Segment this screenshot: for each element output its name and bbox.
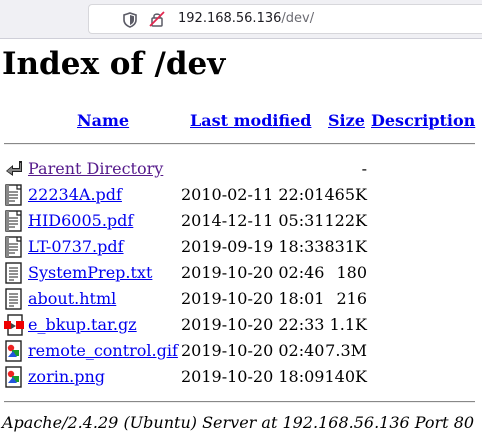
image-icon [5,340,22,362]
server-signature: Apache/2.4.29 (Ubuntu) Server at 192.168… [2,413,475,432]
file-row: e_bkup.tar.gz 2019-10-20 22:33 1.1K [0,312,482,338]
file-link[interactable]: remote_control.gif [28,341,178,360]
file-link[interactable]: e_bkup.tar.gz [28,315,137,334]
address-bar[interactable]: 192.168.56.136/dev/ [88,4,482,34]
file-modified: 2019-10-20 02:46 [181,263,325,282]
file-link[interactable]: zorin.png [28,367,105,386]
file-size: 831K [324,237,368,256]
file-link[interactable]: LT-0737.pdf [28,237,124,256]
footer-divider [4,401,475,403]
file-row: zorin.png 2019-10-20 18:09 140K [0,364,482,390]
header-divider [4,143,475,145]
file-link[interactable]: SystemPrep.txt [28,263,152,282]
file-size: 465K [324,185,368,204]
archive-icon [4,314,24,336]
text-file-icon [5,262,22,284]
file-modified: 2019-10-20 18:01 [181,289,325,308]
file-size: 1.1K [329,315,367,334]
file-size: 7.3M [325,341,367,360]
file-modified: 2019-10-20 18:09 [181,367,325,386]
file-modified: 2019-09-19 18:33 [181,237,325,256]
parent-size: - [361,159,367,178]
file-modified: 2014-12-11 05:31 [181,211,325,230]
sort-by-name-link[interactable]: Name [77,111,129,130]
file-size: 180 [336,263,367,282]
url-path: /dev/ [281,11,315,26]
file-row: 22234A.pdf 2010-02-11 22:01 465K [0,182,482,208]
file-modified: 2019-10-20 02:40 [181,341,325,360]
page-title: Index of /dev [2,46,226,82]
file-modified: 2019-10-20 22:33 [181,315,325,334]
browser-toolbar: 192.168.56.136/dev/ [0,0,482,39]
url-text[interactable]: 192.168.56.136/dev/ [178,11,314,26]
shield-icon[interactable] [123,12,137,28]
file-size: 216 [336,289,367,308]
parent-directory-link[interactable]: Parent Directory [28,159,163,178]
file-size: 122K [324,211,368,230]
file-modified: 2010-02-11 22:01 [181,185,325,204]
file-row: HID6005.pdf 2014-12-11 05:31 122K [0,208,482,234]
image-icon [5,366,22,388]
file-link[interactable]: 22234A.pdf [28,185,122,204]
sort-by-description-link[interactable]: Description [371,111,475,130]
text-file-icon [5,288,22,310]
back-arrow-icon [6,161,22,176]
document-icon [5,210,22,232]
sort-by-last-modified-link[interactable]: Last modified [190,111,311,130]
file-row: SystemPrep.txt 2019-10-20 02:46 180 [0,260,482,286]
file-row: LT-0737.pdf 2019-09-19 18:33 831K [0,234,482,260]
file-size: 140K [324,367,368,386]
insecure-lock-icon[interactable] [149,11,165,27]
document-icon [5,184,22,206]
file-row: remote_control.gif 2019-10-20 02:40 7.3M [0,338,482,364]
file-link[interactable]: about.html [28,289,116,308]
url-host: 192.168.56.136 [178,11,282,26]
sort-by-size-link[interactable]: Size [328,111,365,130]
document-icon [5,236,22,258]
file-link[interactable]: HID6005.pdf [28,211,133,230]
file-row: about.html 2019-10-20 18:01 216 [0,286,482,312]
parent-directory-row: Parent Directory - [0,156,482,182]
